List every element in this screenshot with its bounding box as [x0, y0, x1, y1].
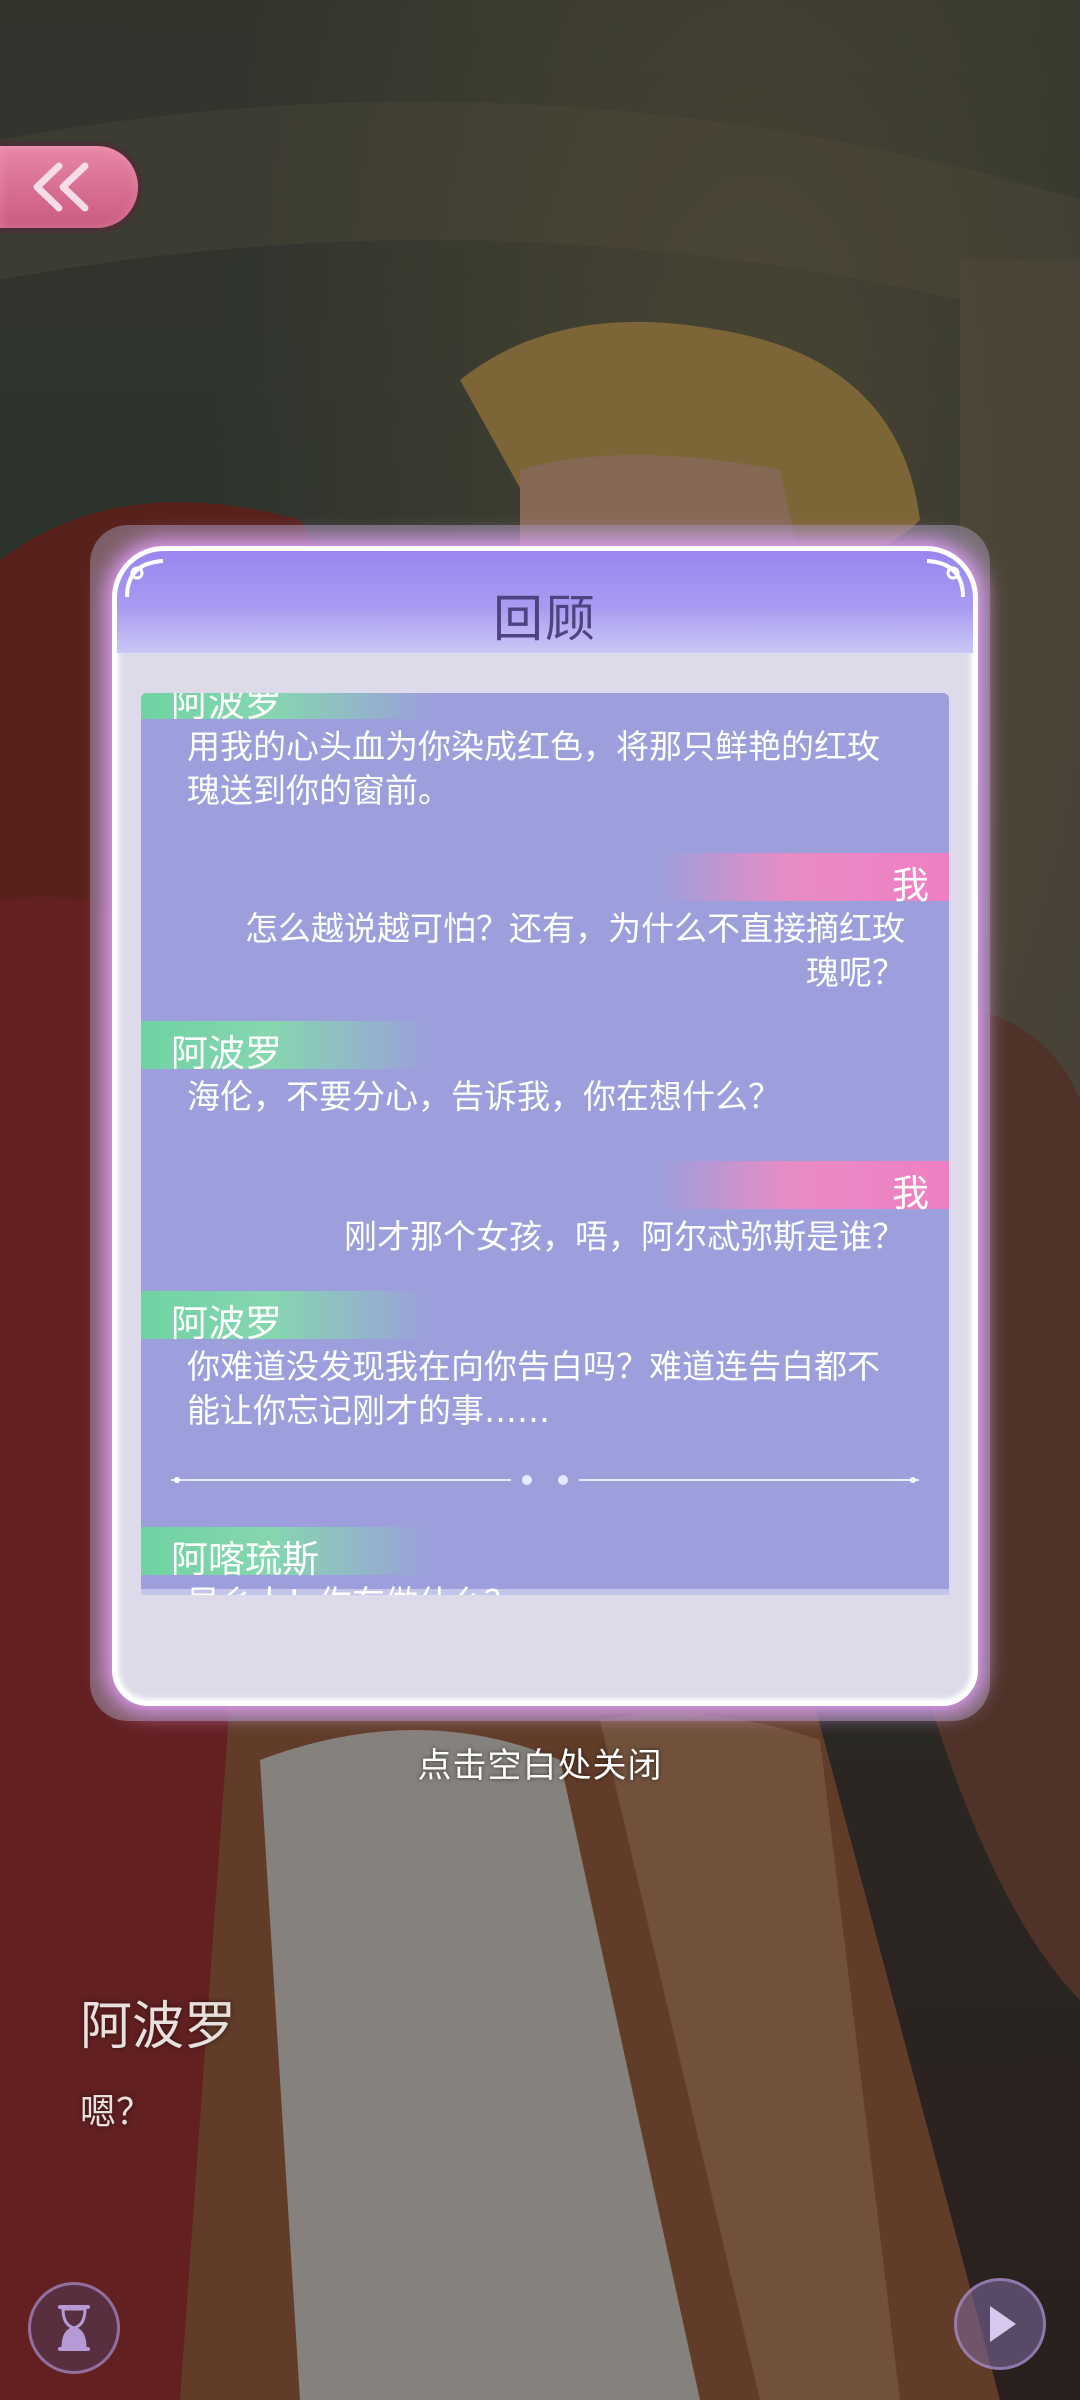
history-panel: 回顾 阿波罗 用我的心头血为你染成红色，将那只鲜艳的红玫瑰送到你的窗前。 我 怎…	[112, 546, 978, 1706]
history-message: 刚才那个女孩，唔，阿尔忒弥斯是谁？	[344, 1217, 905, 1256]
speaker-name: 阿波罗	[171, 1032, 282, 1075]
dialogue-line: 嗯？	[80, 2092, 153, 2133]
corner-ornament-icon	[125, 559, 164, 598]
hourglass-icon	[58, 2305, 90, 2351]
history-entry: 阿波罗 海伦，不要分心，告诉我，你在想什么？	[141, 1021, 949, 1125]
history-message: 海伦，不要分心，告诉我，你在想什么？	[187, 1077, 781, 1116]
history-message: 怎么越说越可怕？还有，为什么不直接摘红玫瑰呢？	[245, 909, 905, 992]
speaker-tag: 阿喀琉斯	[141, 1527, 431, 1581]
history-header: 回顾	[117, 551, 973, 653]
speaker-tag: 阿波罗	[141, 1291, 431, 1345]
speaker-tag: 我	[659, 853, 949, 907]
scroll-edge	[141, 1589, 949, 1595]
play-icon	[990, 2306, 1016, 2342]
speaker-name: 我	[892, 864, 929, 907]
speaker-name: 阿波罗	[171, 1302, 282, 1345]
history-title: 回顾	[493, 590, 597, 648]
history-entry: 阿波罗 用我的心头血为你染成红色，将那只鲜艳的红玫瑰送到你的窗前。	[141, 693, 949, 813]
dialogue-speaker: 阿波罗	[80, 1997, 237, 2057]
corner-ornament-icon	[926, 559, 965, 598]
speaker-name: 阿波罗	[171, 693, 282, 725]
history-entry: 我 怎么越说越可怕？还有，为什么不直接摘红玫瑰呢？	[141, 853, 949, 995]
history-list: 阿波罗 用我的心头血为你染成红色，将那只鲜艳的红玫瑰送到你的窗前。 我 怎么越说…	[141, 693, 949, 1595]
history-entry: 阿波罗 你难道没发现我在向你告白吗？难道连告白都不能让你忘记刚才的事……	[141, 1291, 949, 1433]
close-hint: 点击空白处关闭	[417, 1746, 663, 1786]
auto-play-button[interactable]	[28, 2282, 120, 2374]
speaker-tag: 我	[659, 1161, 949, 1215]
speaker-name: 阿喀琉斯	[171, 1538, 319, 1581]
speaker-name: 我	[892, 1172, 929, 1215]
double-chevron-left-icon	[33, 162, 89, 212]
speaker-tag: 阿波罗	[141, 693, 431, 725]
history-entry: 阿喀琉斯 异乡人！你在做什么？	[141, 1527, 949, 1595]
next-button[interactable]	[954, 2278, 1046, 2370]
back-button[interactable]	[0, 146, 138, 228]
history-entry: 我 刚才那个女孩，唔，阿尔忒弥斯是谁？	[141, 1161, 949, 1265]
speaker-tag: 阿波罗	[141, 1021, 431, 1075]
history-message: 你难道没发现我在向你告白吗？难道连告白都不能让你忘记刚才的事……	[187, 1347, 880, 1430]
history-message: 用我的心头血为你染成红色，将那只鲜艳的红玫瑰送到你的窗前。	[187, 727, 880, 810]
chapter-divider	[171, 1475, 919, 1485]
history-scroll-area[interactable]: 阿波罗 用我的心头血为你染成红色，将那只鲜艳的红玫瑰送到你的窗前。 我 怎么越说…	[141, 693, 949, 1595]
